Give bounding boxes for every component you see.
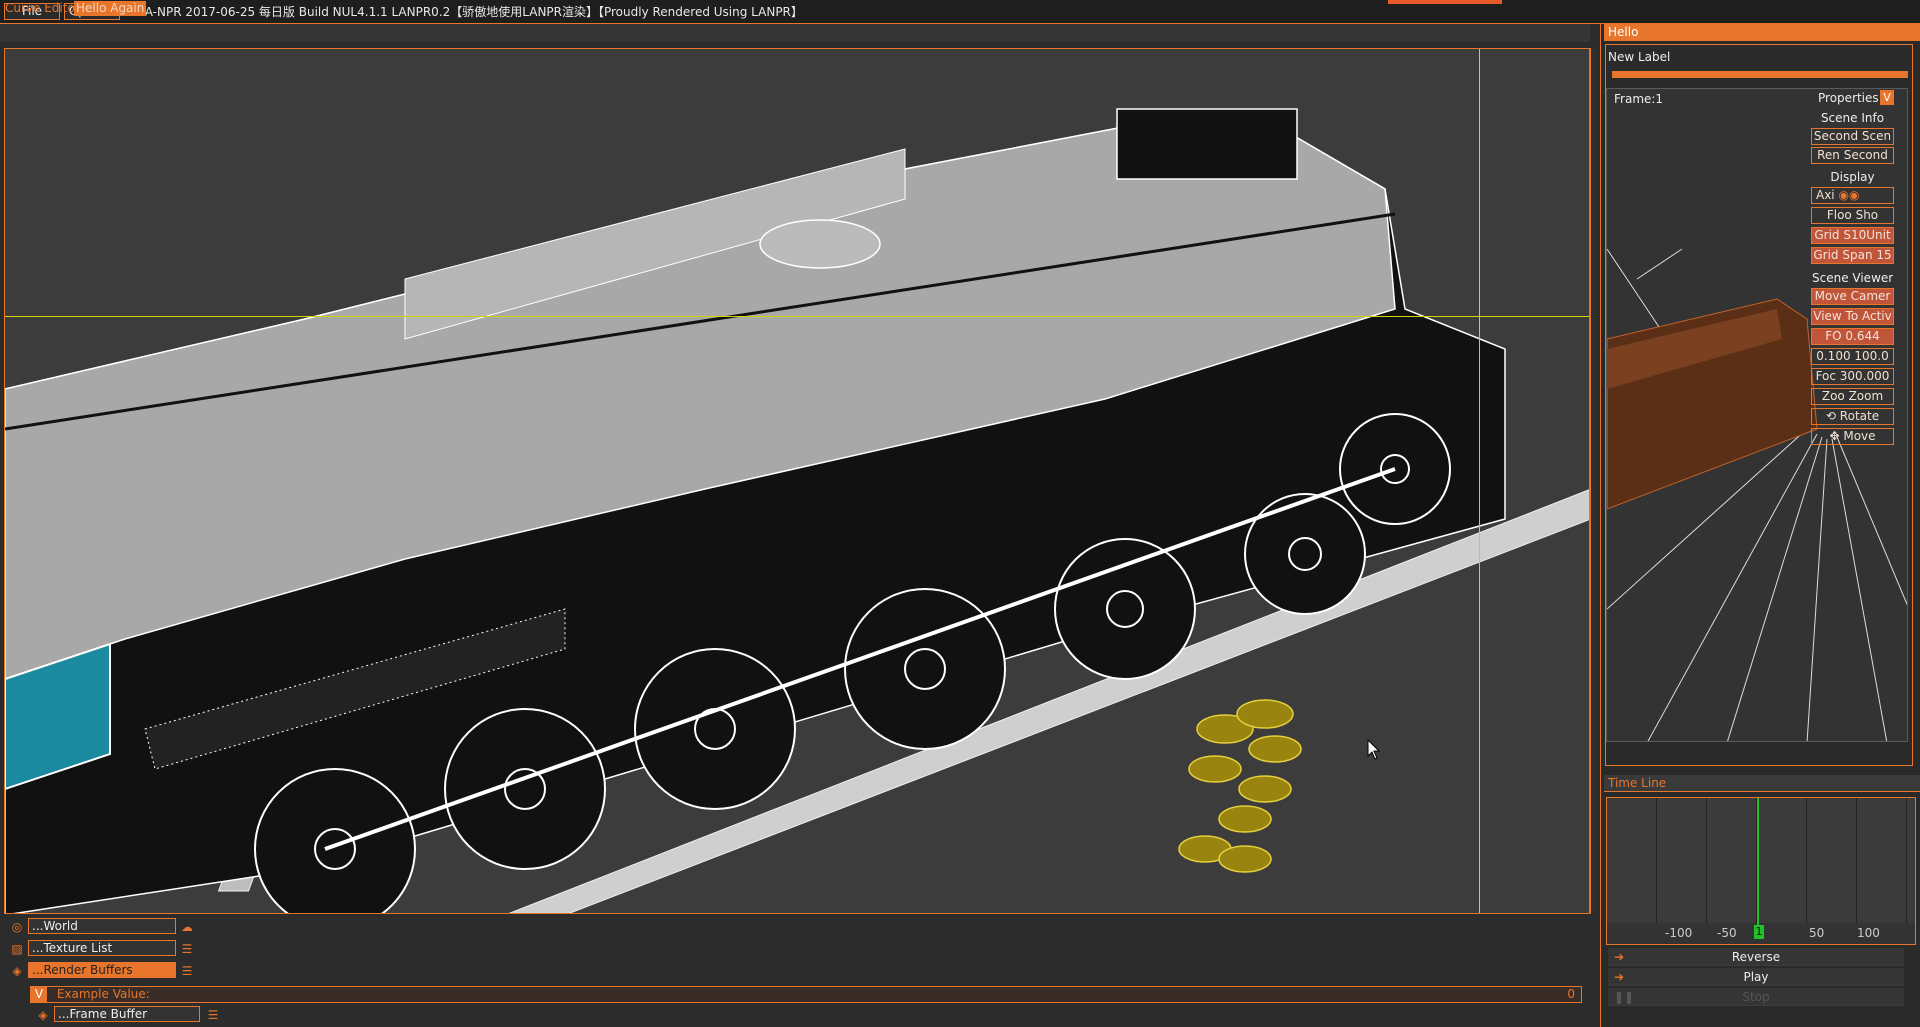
zoom-button[interactable]: Zoo Zoom xyxy=(1811,388,1894,405)
panel-slider[interactable] xyxy=(1612,71,1908,78)
timeline-tick: 100 xyxy=(1857,926,1880,940)
timeline-title: Time Line xyxy=(1608,776,1667,790)
scene-name-field[interactable]: Second Scen xyxy=(1811,128,1894,145)
frame-buffer-field[interactable]: ...Frame Buffer xyxy=(54,1006,200,1022)
tab-hello-again[interactable]: Hello Again xyxy=(74,1,147,16)
timeline-playhead[interactable] xyxy=(1757,798,1759,938)
rotate-button[interactable]: ⟲ Rotate xyxy=(1811,408,1894,425)
display-label: Display xyxy=(1830,170,1875,184)
render-buffers-field[interactable]: ...Render Buffers xyxy=(28,962,176,978)
tab-curve-editor[interactable]: Curve Editor xyxy=(3,1,82,16)
grid-span-field[interactable]: Grid Span 15 xyxy=(1811,247,1894,264)
timeline-grid xyxy=(1607,798,1915,923)
frame-indicator: Frame:1 xyxy=(1614,92,1664,106)
bottom-panel xyxy=(0,916,1600,1027)
clip-range-field[interactable]: 0.100 100.0 xyxy=(1811,348,1894,365)
render-scene-field[interactable]: Ren Second xyxy=(1811,147,1894,164)
focus-distance-field[interactable]: Foc 300.000 xyxy=(1811,368,1894,385)
status-indicator xyxy=(1388,0,1502,4)
timeline-tick: -50 xyxy=(1717,926,1737,940)
play-label: Play xyxy=(1743,970,1769,984)
play-button[interactable]: ➔ Play xyxy=(1608,968,1904,986)
rotate-icon: ⟲ xyxy=(1825,409,1836,423)
arrow-right-icon: ➔ xyxy=(1614,950,1625,964)
view-to-active-button[interactable]: View To Activ xyxy=(1811,308,1894,325)
locomotive-render xyxy=(5,108,1589,913)
layers-icon: ◈ xyxy=(12,964,22,978)
timeline-current-frame: 1 xyxy=(1754,925,1764,939)
cloud-icon[interactable]: ☁ xyxy=(180,920,194,934)
vertical-guide-line xyxy=(1479,49,1480,913)
stop-label: Stop xyxy=(1742,990,1770,1004)
database-icon[interactable]: ☰ xyxy=(180,964,194,978)
database-icon[interactable]: ☰ xyxy=(180,942,194,956)
window-title-text: LA-NPR 2017-06-25 每日版 Build NUL4.1.1 LAN… xyxy=(137,5,803,19)
reverse-label: Reverse xyxy=(1731,950,1781,964)
scene-info-label: Scene Info xyxy=(1820,111,1885,125)
axis-label: Axi xyxy=(1816,188,1835,202)
world-field[interactable]: ...World xyxy=(28,918,176,934)
fov-field[interactable]: FO 0.644 xyxy=(1811,328,1894,345)
properties-label: Properties xyxy=(1818,91,1879,105)
world-icon: ◎ xyxy=(11,920,23,934)
timeline-header: Time Line xyxy=(1604,775,1920,792)
viewport-scrollbar[interactable] xyxy=(1590,48,1596,914)
3d-viewport[interactable] xyxy=(4,48,1590,914)
pause-icon: ❚❚ xyxy=(1614,990,1635,1004)
timeline-track[interactable]: -100 -50 1 50 100 xyxy=(1606,797,1916,945)
timeline-tick: -100 xyxy=(1665,926,1693,940)
right-panel-title: Hello xyxy=(1604,24,1920,41)
example-value-label: Example Value: xyxy=(56,987,150,1001)
texture-list-field[interactable]: ...Texture List xyxy=(28,940,176,956)
texture-icon: ▨ xyxy=(11,942,23,956)
eye-icon: ◉◉ xyxy=(1838,188,1860,202)
move-icon: ✥ xyxy=(1829,429,1840,443)
example-value-slider[interactable]: V Example Value: 0 xyxy=(30,986,1582,1003)
window-title: ♛LA-NPR 2017-06-25 每日版 Build NUL4.1.1 LA… xyxy=(124,3,803,21)
rotate-label: Rotate xyxy=(1839,409,1880,423)
floor-toggle[interactable]: Floo Sho xyxy=(1811,207,1894,224)
axis-toggle[interactable]: Axi ◉◉ xyxy=(1811,187,1894,204)
move-label: Move xyxy=(1843,429,1876,443)
layers-icon: ◈ xyxy=(38,1008,48,1022)
example-value-number: 0 xyxy=(1567,987,1575,1001)
move-camera-button[interactable]: Move Camer xyxy=(1811,288,1894,305)
arrow-right-icon: ➔ xyxy=(1614,970,1625,984)
stop-button[interactable]: ❚❚ Stop xyxy=(1608,988,1904,1006)
horizontal-guide-line xyxy=(5,316,1589,317)
editor-tab-bar xyxy=(0,24,1590,42)
scene-viewer-label: Scene Viewer xyxy=(1812,271,1894,285)
move-button[interactable]: ✥ Move xyxy=(1811,428,1894,445)
database-icon[interactable]: ☰ xyxy=(206,1008,220,1022)
new-label: New Label xyxy=(1608,50,1671,64)
properties-toggle[interactable]: V xyxy=(1880,90,1894,105)
mouse-cursor-icon xyxy=(1367,739,1381,760)
grid-size-field[interactable]: Grid S10Unit xyxy=(1811,227,1894,244)
example-value-toggle[interactable]: V xyxy=(31,987,47,1002)
timeline-tick: 50 xyxy=(1809,926,1825,940)
reverse-button[interactable]: ➔ Reverse xyxy=(1608,948,1904,966)
